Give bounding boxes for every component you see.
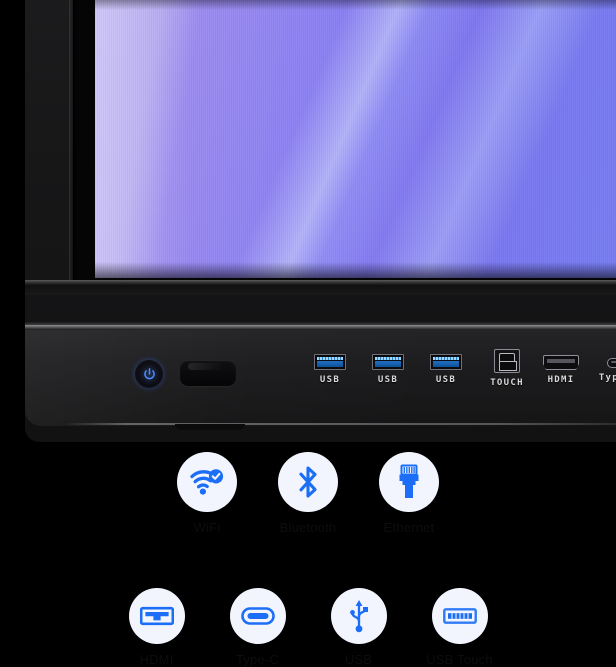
display-screen[interactable] (95, 0, 616, 278)
icon-disc (379, 452, 439, 512)
screen-top-vignette (95, 0, 616, 10)
display-device: USB USB USB TOUCH HDMI Type-C (25, 0, 616, 442)
port-touch[interactable]: TOUCH (481, 349, 533, 388)
icon-disc (431, 588, 488, 644)
usb-c-port-icon (607, 358, 616, 368)
port-label: USB (435, 375, 457, 385)
ethernet-plug-icon (399, 464, 419, 498)
hdmi-connector-icon (139, 606, 174, 626)
icon-label: Bluetooth (279, 520, 337, 535)
icon-label: Type-C (235, 652, 280, 667)
icon-disc (278, 452, 338, 512)
icon-item-bluetooth[interactable]: Bluetooth (258, 452, 359, 535)
usb-b-port-icon (494, 349, 520, 373)
wifi-check-icon (190, 469, 224, 495)
icon-item-usb[interactable]: USB (308, 588, 409, 667)
icon-item-typec[interactable]: Type-C (207, 588, 308, 667)
bezel-shadow-band-upper (25, 285, 616, 295)
icon-label: Ethernet (383, 520, 435, 535)
usb-a-port-icon (372, 354, 404, 370)
port-label: USB (319, 375, 341, 385)
ir-sensor-window (180, 360, 236, 386)
icon-item-wifi[interactable]: WiFi (157, 452, 258, 535)
bezel-bottom-notch (175, 424, 245, 430)
usb-a-connector-icon (442, 608, 477, 624)
port-usb-1[interactable]: USB (308, 354, 352, 385)
port-typec[interactable]: Type-C (593, 355, 616, 383)
port-label: USB (377, 375, 399, 385)
port-label: TOUCH (490, 378, 524, 388)
connectivity-icon-grid: WiFi Bluetooth Ethernet HDMI Type-C USB … (0, 452, 616, 667)
hdmi-port-icon (543, 355, 579, 370)
port-hdmi[interactable]: HDMI (538, 355, 584, 385)
icon-disc (177, 452, 237, 512)
bezel-bottom-edge (65, 423, 616, 425)
screen-scanlines (95, 0, 616, 278)
front-io-strip: USB USB USB TOUCH HDMI Type-C (25, 330, 616, 426)
usb-a-port-icon (314, 354, 346, 370)
icon-item-ethernet[interactable]: Ethernet (359, 452, 460, 535)
icon-disc (229, 588, 286, 644)
port-label: HDMI (547, 375, 575, 385)
icon-label: USB (344, 652, 373, 667)
port-label: Type-C (598, 373, 616, 383)
usb-trident-icon (349, 600, 368, 633)
icon-label: HDMI (139, 652, 174, 667)
icon-row-ports: HDMI Type-C USB USB Touch (0, 588, 616, 667)
power-button[interactable] (135, 360, 163, 388)
icon-row-connectivity: WiFi Bluetooth Ethernet (0, 452, 616, 535)
icon-disc (330, 588, 387, 644)
icon-item-hdmi[interactable]: HDMI (106, 588, 207, 667)
screen-bottom-vignette (95, 262, 616, 278)
power-icon (143, 367, 155, 379)
icon-label: WiFi (193, 520, 221, 535)
icon-label: USB Touch (426, 652, 493, 667)
port-usb-3[interactable]: USB (424, 354, 468, 385)
icon-disc (128, 588, 185, 644)
port-usb-2[interactable]: USB (366, 354, 410, 385)
icon-item-usb-touch[interactable]: USB Touch (409, 588, 510, 667)
bluetooth-icon (299, 466, 317, 498)
usb-c-connector-icon (240, 607, 275, 625)
usb-a-port-icon (430, 354, 462, 370)
